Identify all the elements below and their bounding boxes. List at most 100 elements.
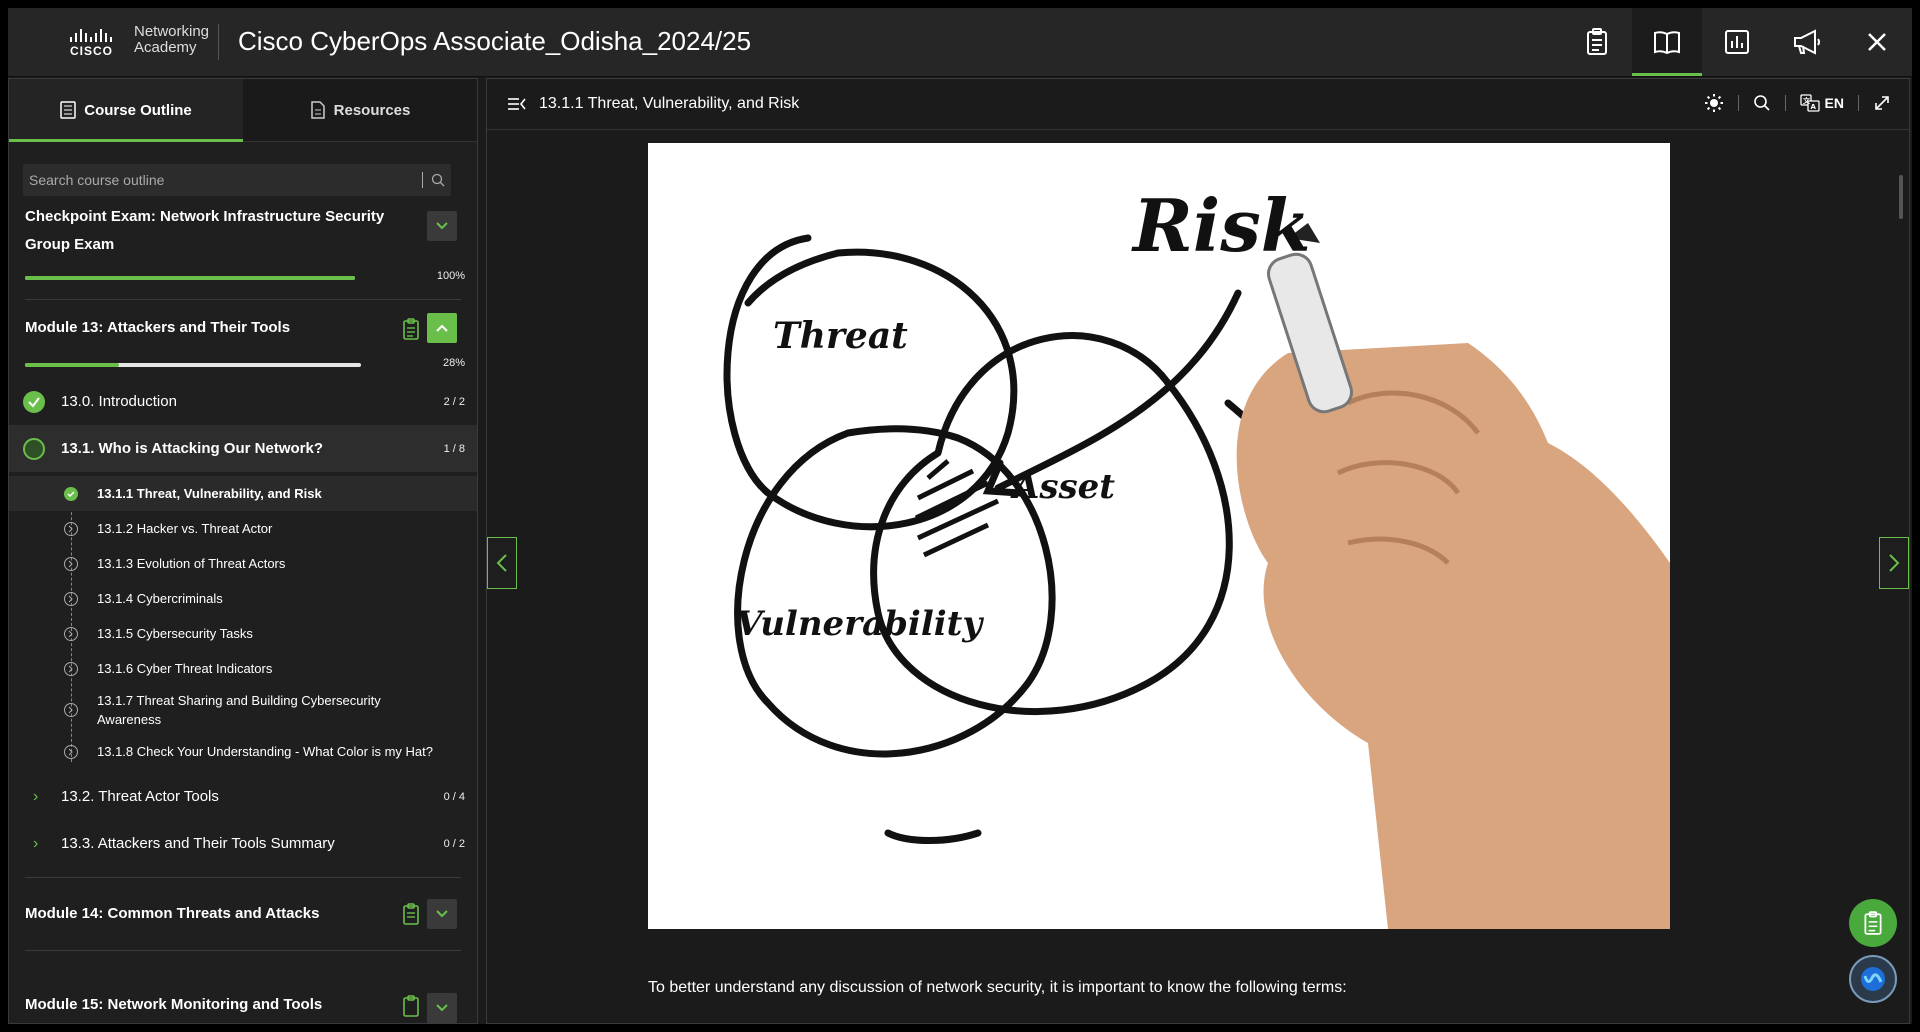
previous-page-button[interactable] xyxy=(487,537,517,589)
clipboard-button[interactable] xyxy=(1562,8,1632,76)
tab-course-outline-label: Course Outline xyxy=(84,101,192,119)
chevron-circle-icon xyxy=(64,591,78,606)
top-bar: CISCO Networking Academy Cisco CyberOps … xyxy=(8,8,1912,77)
clipboard-icon xyxy=(1864,911,1882,935)
module-15-header[interactable]: Module 15: Network Monitoring and Tools xyxy=(9,951,477,1023)
section-label: 13.2. Threat Actor Tools xyxy=(61,788,219,805)
check-circle-icon xyxy=(64,486,78,501)
subitem-13-1-1[interactable]: 13.1.1 Threat, Vulnerability, and Risk xyxy=(9,476,477,511)
course-title: Cisco CyberOps Associate_Odisha_2024/25 xyxy=(238,26,752,56)
academy-wordmark: Networking Academy xyxy=(134,24,209,56)
progress-fill xyxy=(25,363,120,367)
content-header: 13.1.1 Threat, Vulnerability, and Risk 文… xyxy=(487,79,1909,130)
language-selector[interactable]: 文A EN xyxy=(1799,94,1844,112)
subitem-label: 13.1.4 Cybercriminals xyxy=(97,591,223,606)
content-pane: 13.1.1 Threat, Vulnerability, and Risk 文… xyxy=(486,78,1910,1024)
content-paragraph: To better understand any discussion of n… xyxy=(648,979,1347,996)
checkpoint-exam-item[interactable]: Checkpoint Exam: Network Infrastructure … xyxy=(9,203,477,269)
section-13-0[interactable]: 13.0. Introduction 2 / 2 xyxy=(9,378,477,425)
tab-resources-label: Resources xyxy=(333,101,411,119)
subitem-13-1-2[interactable]: 13.1.2 Hacker vs. Threat Actor xyxy=(9,511,477,546)
chevron-down-icon xyxy=(436,910,448,918)
chevron-circle-icon xyxy=(64,626,78,641)
module-14-expand-button[interactable] xyxy=(427,899,457,929)
progress-percent: 100% xyxy=(436,270,465,282)
webex-assistant-button[interactable] xyxy=(1849,955,1897,1003)
divider xyxy=(1858,95,1859,111)
section-13-3[interactable]: › 13.3. Attackers and Their Tools Summar… xyxy=(9,820,477,867)
divider xyxy=(218,24,219,60)
course-outline-panel: Course Outline Resources Search course o… xyxy=(8,78,478,1024)
gradebook-button[interactable] xyxy=(1702,8,1772,76)
subitem-label: 13.1.2 Hacker vs. Threat Actor xyxy=(97,521,273,536)
chevron-circle-icon xyxy=(64,556,78,571)
module-13-progress: 28% xyxy=(9,356,477,374)
subitem-label: 13.1.6 Cyber Threat Indicators xyxy=(97,661,273,676)
clipboard-icon[interactable] xyxy=(401,995,421,1017)
translate-icon: 文A xyxy=(1799,94,1820,112)
section-13-2[interactable]: › 13.2. Threat Actor Tools 0 / 4 xyxy=(9,773,477,820)
chevron-down-icon xyxy=(436,222,448,230)
clipboard-icon xyxy=(1587,28,1607,55)
section-count: 2 / 2 xyxy=(443,395,465,408)
brightness-icon[interactable] xyxy=(1704,93,1724,113)
notes-fab-button[interactable] xyxy=(1849,899,1897,947)
scrollbar[interactable] xyxy=(1899,175,1903,219)
threat-label: Threat xyxy=(773,315,908,357)
document-icon xyxy=(310,101,325,119)
svg-text:A: A xyxy=(1810,103,1816,111)
collapse-menu-icon[interactable] xyxy=(507,96,527,112)
search-icon[interactable] xyxy=(1753,94,1771,112)
section-count: 1 / 8 xyxy=(443,442,465,455)
section-count: 0 / 4 xyxy=(443,790,465,803)
left-tabs: Course Outline Resources xyxy=(9,79,477,142)
progress-track xyxy=(25,363,361,367)
content-title: 13.1.1 Threat, Vulnerability, and Risk xyxy=(539,95,800,112)
close-button[interactable] xyxy=(1842,8,1912,76)
logo-line2: Academy xyxy=(134,39,197,56)
subitem-13-1-8[interactable]: 13.1.8 Check Your Understanding - What C… xyxy=(9,734,477,769)
clipboard-icon[interactable] xyxy=(401,903,421,925)
chevron-down-icon xyxy=(436,1004,448,1012)
content-tools: 文A EN xyxy=(1704,93,1891,113)
chevron-right-icon xyxy=(1889,554,1900,572)
module-13-header[interactable]: Module 13: Attackers and Their Tools xyxy=(9,300,477,356)
subitem-13-1-7[interactable]: 13.1.7 Threat Sharing and Building Cyber… xyxy=(9,686,429,734)
outline-list: Checkpoint Exam: Network Infrastructure … xyxy=(9,203,477,1023)
search-icon[interactable] xyxy=(431,173,445,187)
subitem-13-1-4[interactable]: 13.1.4 Cybercriminals xyxy=(9,581,477,616)
subitem-13-1-3[interactable]: 13.1.3 Evolution of Threat Actors xyxy=(9,546,477,581)
tab-course-outline[interactable]: Course Outline xyxy=(9,79,243,142)
clipboard-icon[interactable] xyxy=(401,318,421,340)
announcements-button[interactable] xyxy=(1772,8,1842,76)
module-13-collapse-button[interactable] xyxy=(427,313,457,343)
chevron-right-icon: › xyxy=(33,834,39,852)
module-14-header[interactable]: Module 14: Common Threats and Attacks xyxy=(9,878,477,950)
risk-venn-image: Risk Threat Asset Vulnerability xyxy=(648,143,1670,929)
module-15-expand-button[interactable] xyxy=(427,993,457,1023)
subitem-list: 13.1.1 Threat, Vulnerability, and Risk 1… xyxy=(9,472,477,769)
chart-icon xyxy=(1725,30,1749,54)
checkpoint-expand-button[interactable] xyxy=(427,211,457,241)
chevron-circle-icon xyxy=(64,521,78,536)
subitem-label: 13.1.3 Evolution of Threat Actors xyxy=(97,556,286,571)
subitem-label: 13.1.7 Threat Sharing and Building Cyber… xyxy=(97,693,381,727)
next-page-button[interactable] xyxy=(1879,537,1909,589)
progress-percent: 28% xyxy=(442,357,465,369)
tab-resources[interactable]: Resources xyxy=(243,79,477,141)
chevron-circle-icon xyxy=(64,661,78,676)
module-14-title: Module 14: Common Threats and Attacks xyxy=(25,905,320,922)
section-13-1[interactable]: 13.1. Who is Attacking Our Network? 1 / … xyxy=(9,425,477,472)
subitem-label: 13.1.8 Check Your Understanding - What C… xyxy=(97,744,434,759)
book-button[interactable] xyxy=(1632,8,1702,76)
app-window: CISCO Networking Academy Cisco CyberOps … xyxy=(8,8,1912,1024)
search-input[interactable]: Search course outline xyxy=(23,164,451,196)
subitem-13-1-6[interactable]: 13.1.6 Cyber Threat Indicators xyxy=(9,651,477,686)
networking-academy-logo[interactable]: CISCO Networking Academy xyxy=(62,22,212,62)
expand-icon[interactable] xyxy=(1873,94,1891,112)
search-divider xyxy=(422,172,423,188)
subitem-13-1-5[interactable]: 13.1.5 Cybersecurity Tasks xyxy=(9,616,477,651)
chevron-circle-icon xyxy=(64,744,78,759)
language-code: EN xyxy=(1824,95,1844,111)
checkpoint-progress: 100% xyxy=(9,269,477,287)
